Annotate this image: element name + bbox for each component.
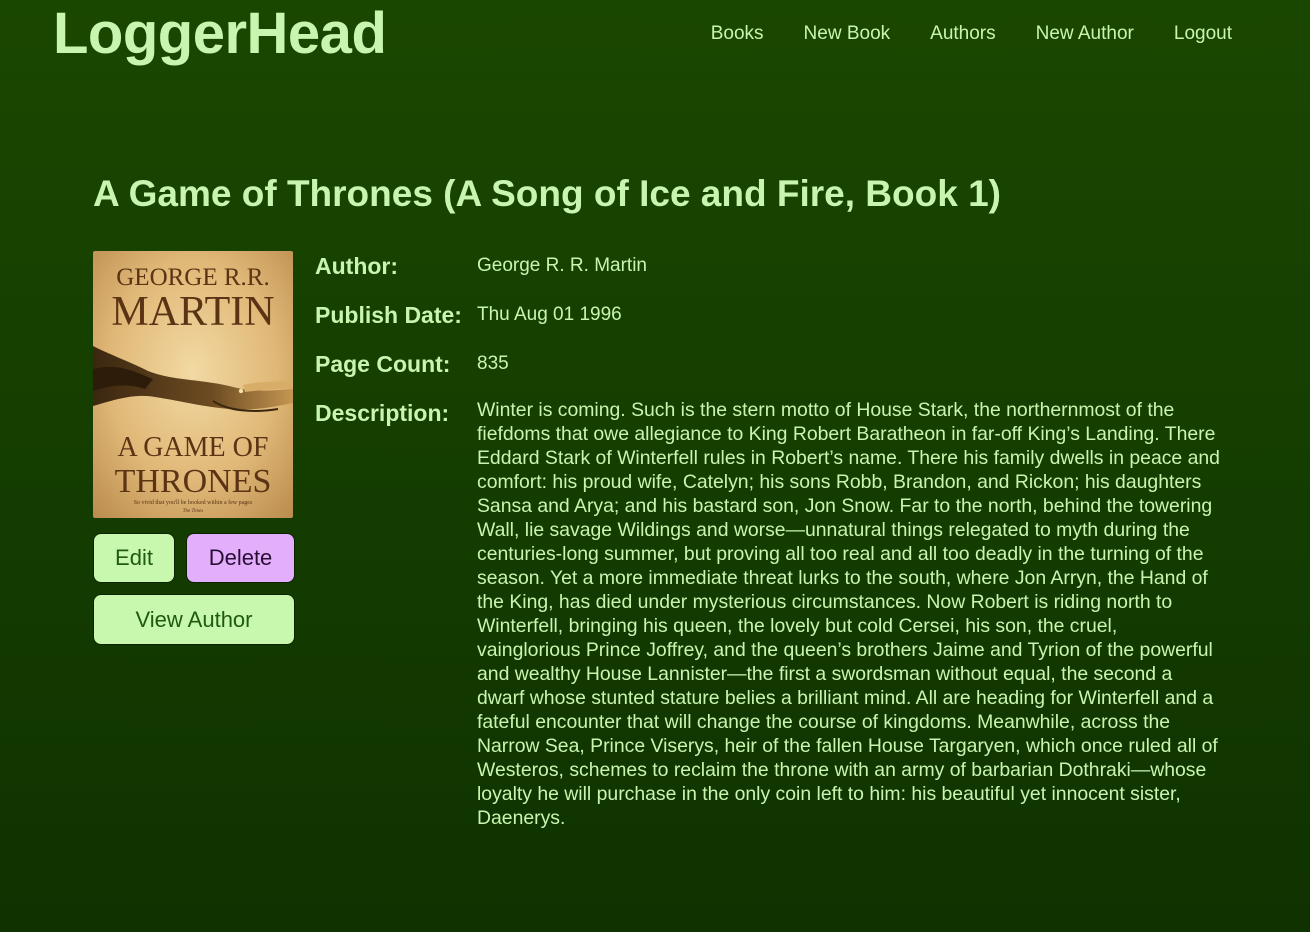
page-count-label: Page Count:: [315, 351, 451, 377]
brand-logo[interactable]: LoggerHead: [53, 0, 387, 70]
nav-books-link[interactable]: Books: [711, 22, 764, 46]
book-cover-image: GEORGE R.R. MARTIN A GAME OF THRONES So …: [93, 251, 293, 518]
nav-logout-link[interactable]: Logout: [1174, 22, 1232, 46]
author-value: George R. R. Martin: [477, 255, 647, 276]
author-label: Author:: [315, 253, 399, 279]
publish-date-label: Publish Date:: [315, 302, 462, 328]
cover-tagline: So vivid that you'll be hooked within a …: [134, 499, 253, 506]
cover-title-line2: THRONES: [115, 463, 272, 500]
delete-button[interactable]: Delete: [186, 533, 295, 583]
cover-author-line1: GEORGE R.R.: [116, 264, 269, 291]
description-text: Winter is coming. Such is the stern mott…: [477, 399, 1220, 829]
cover-author-line2: MARTIN: [111, 289, 274, 335]
main-nav: Books New Book Authors New Author Logout: [711, 22, 1232, 46]
book-title: A Game of Thrones (A Song of Ice and Fir…: [93, 173, 1001, 214]
publish-date-value: Thu Aug 01 1996: [477, 304, 622, 325]
cover-title-line1: A GAME OF: [118, 432, 269, 463]
nav-new-book-link[interactable]: New Book: [804, 22, 891, 46]
nav-new-author-link[interactable]: New Author: [1036, 22, 1134, 46]
description-label: Description:: [315, 400, 450, 426]
page-count-value: 835: [477, 353, 509, 374]
view-author-button[interactable]: View Author: [93, 594, 295, 645]
edit-button[interactable]: Edit: [93, 533, 175, 583]
nav-authors-link[interactable]: Authors: [930, 22, 995, 46]
cover-tagline-source: The Times: [183, 509, 203, 514]
